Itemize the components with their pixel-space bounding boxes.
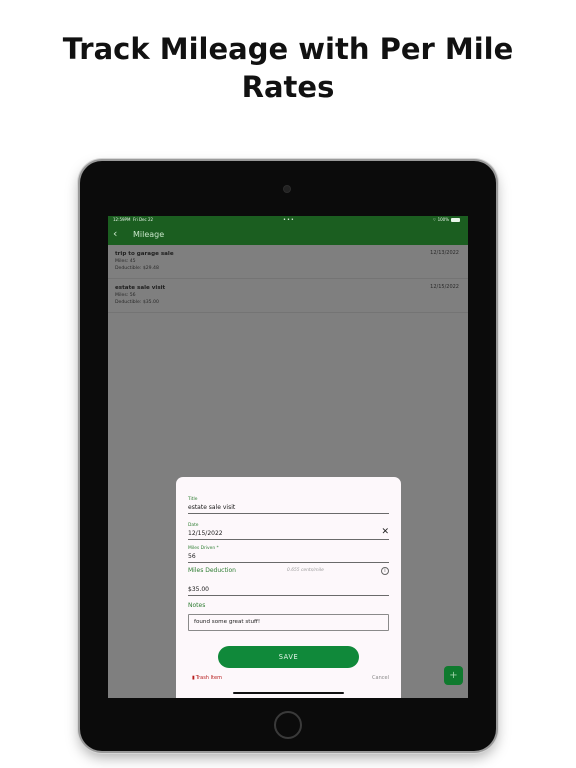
headline: Track Mileage with Per Mile Rates (0, 30, 576, 106)
cancel-button[interactable]: Cancel (372, 674, 389, 682)
deduction-field[interactable]: $35.00 (188, 585, 389, 596)
trash-label: Trash Item (195, 675, 222, 681)
trip-date: 12/15/2022 (430, 284, 459, 290)
wifi-icon: ⌔ (432, 217, 437, 222)
trip-deductible: Deductible: $35.00 (115, 300, 159, 305)
title-input[interactable]: estate sale visit (188, 503, 389, 512)
deduction-underline (188, 595, 389, 596)
deduction-input[interactable]: $35.00 (188, 585, 389, 594)
app-screen: 12:59PM Fri Dec 22 ••• ⌔ 100% ‹ Mileage … (108, 216, 468, 698)
status-time: 12:59PM Fri Dec 22 (113, 217, 154, 222)
trash-icon: ▮ (192, 675, 195, 681)
add-trip-button[interactable]: + (444, 666, 463, 685)
title-field[interactable]: Title estate sale visit (188, 497, 389, 514)
home-button[interactable] (274, 711, 302, 739)
list-item[interactable]: estate sale visit Miles: 56 Deductible: … (108, 279, 468, 313)
info-icon[interactable]: i (381, 567, 389, 575)
multitask-dots-icon[interactable]: ••• (283, 216, 295, 224)
clear-date-icon[interactable]: ✕ (381, 527, 389, 537)
camera-icon (284, 186, 290, 192)
status-right: ⌔ 100% (433, 216, 460, 224)
list-item[interactable]: trip to garage sale Miles: 45 Deductible… (108, 245, 468, 279)
trip-deductible: Deductible: $29.48 (115, 266, 159, 271)
date-field[interactable]: Date 12/15/2022 ✕ (188, 523, 389, 540)
battery-percent: 100% (437, 217, 449, 222)
trash-item-button[interactable]: ▮Trash Item (192, 674, 222, 682)
notes-label: Notes (188, 602, 206, 609)
battery-icon (451, 218, 460, 222)
rate-hint: 0.655 cents/mile (287, 568, 324, 573)
miles-underline (188, 562, 389, 563)
deduction-label: Miles Deduction (188, 567, 236, 574)
miles-field[interactable]: Miles Driven * 56 (188, 546, 389, 563)
trip-title: estate sale visit (115, 285, 166, 291)
trip-list: trip to garage sale Miles: 45 Deductible… (108, 245, 468, 313)
title-underline (188, 513, 389, 514)
headline-line-1: Track Mileage with Per Mile (62, 32, 514, 66)
save-button[interactable]: SAVE (218, 646, 359, 668)
nav-bar: ‹ Mileage (108, 224, 468, 245)
trip-date: 12/13/2022 (430, 250, 459, 256)
trip-miles: Miles: 45 (115, 259, 136, 264)
date-input[interactable]: 12/15/2022 (188, 529, 389, 538)
page-title: Mileage (133, 230, 165, 239)
status-bar: 12:59PM Fri Dec 22 ••• ⌔ 100% (108, 216, 468, 224)
trip-miles: Miles: 56 (115, 293, 136, 298)
date-underline (188, 539, 389, 540)
trip-title: trip to garage sale (115, 251, 174, 257)
edit-trip-sheet: Title estate sale visit Date 12/15/2022 … (176, 477, 401, 698)
headline-line-2: Rates (241, 70, 335, 104)
back-chevron-icon[interactable]: ‹ (113, 227, 117, 241)
home-indicator (233, 692, 344, 694)
ipad-frame: 12:59PM Fri Dec 22 ••• ⌔ 100% ‹ Mileage … (80, 161, 496, 751)
miles-input[interactable]: 56 (188, 552, 389, 561)
notes-textarea[interactable]: found some great stuff! (188, 614, 389, 631)
